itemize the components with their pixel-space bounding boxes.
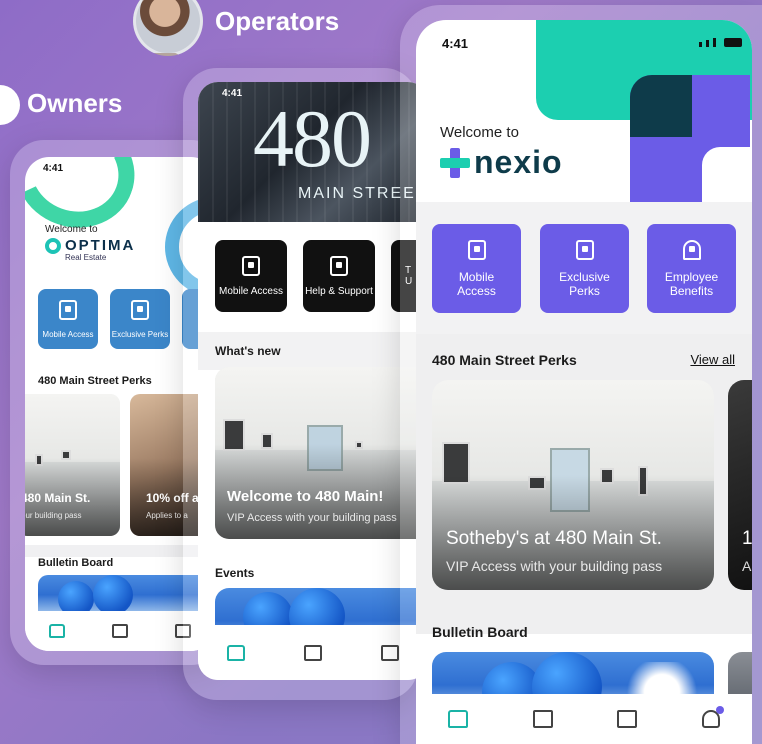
nexio-logo: nexio [440, 144, 563, 181]
card-subtitle: VIP Access with your building pass [446, 558, 663, 574]
section-title: 480 Main Street Perks [38, 375, 152, 387]
optima-logo-icon [45, 237, 61, 254]
service-bell-icon [682, 239, 701, 260]
right-phone-screen: 4:41 Welcome to nexio Mobile Access Excl… [416, 20, 752, 744]
status-icons [699, 38, 742, 47]
card-subtitle: Applies to a [146, 511, 188, 520]
bulletin-title: Bulletin Board [38, 557, 114, 569]
signal-icon [699, 42, 702, 47]
calendar-icon[interactable] [111, 624, 128, 638]
status-time: 4:41 [442, 36, 469, 51]
calendar-icon[interactable] [303, 644, 322, 661]
card-title: Sotheby's at 480 Main St. [446, 528, 662, 549]
tile-help-support[interactable]: Help & Support [303, 240, 375, 312]
tile-exclusive-perks[interactable]: Exclusive Perks [540, 224, 629, 313]
brand-block-navy [630, 75, 692, 137]
gallery-wall [25, 394, 120, 463]
events-title: Events [215, 566, 255, 580]
calendar-icon[interactable] [532, 710, 553, 728]
balloon [58, 581, 94, 611]
optima-logo: OPTIMA [45, 237, 135, 254]
tile-label: Exclusive Perks [559, 269, 610, 298]
perk-card-partial[interactable]: 1 A [728, 380, 752, 590]
signal-icon [706, 40, 709, 47]
brand-block-white [702, 147, 752, 207]
owners-label: Owners [27, 88, 122, 119]
operators-label: Operators [133, 0, 339, 56]
status-time: 4:41 [222, 88, 243, 99]
signal-icon [713, 38, 716, 47]
tile-label: Employee Benefits [664, 269, 719, 298]
card-title: 1 [742, 528, 752, 549]
section-title: What's new [215, 344, 281, 358]
card-title: Welcome to 480 Main! [227, 488, 384, 505]
home-icon[interactable] [48, 624, 65, 638]
badge-icon [242, 255, 260, 276]
tile-employee-benefits[interactable]: Employee Benefits [647, 224, 736, 313]
support-agent-icon [330, 255, 348, 276]
tile-label: Mobile Access [219, 285, 283, 297]
building-icon [131, 299, 149, 320]
bottom-nav [198, 625, 428, 680]
bottom-nav [416, 694, 752, 744]
tile-label: Help & Support [305, 285, 373, 297]
battery-icon [724, 38, 742, 47]
brand-sub: Real Estate [65, 253, 107, 262]
operator-avatar [133, 0, 203, 56]
hero-street: MAIN STREE [298, 185, 416, 202]
middle-phone-screen: 4:41 480 MAIN STREE Mobile Access Help &… [198, 82, 428, 680]
card-subtitle: our building pass [25, 511, 82, 520]
card-subtitle: VIP Access with your building pass [227, 512, 397, 524]
building-icon[interactable] [617, 710, 638, 728]
tile-label: Mobile Access [42, 329, 94, 339]
home-icon[interactable] [448, 710, 469, 728]
tile-label: Exclusive Perks [111, 329, 169, 339]
brand-name: nexio [474, 144, 563, 180]
balloon [93, 575, 133, 611]
news-card[interactable]: Welcome to 480 Main! VIP Access with you… [215, 367, 428, 539]
tile-label: Mobile Access [457, 269, 496, 298]
tile-mobile-access[interactable]: Mobile Access [38, 289, 98, 349]
building-icon [575, 239, 594, 260]
nexio-plus-icon [440, 147, 470, 178]
tile-mobile-access[interactable]: Mobile Access [215, 240, 287, 312]
hero-number: 480 [253, 93, 372, 184]
section-title: 480 Main Street Perks [432, 352, 577, 368]
notification-bell-icon[interactable] [701, 706, 724, 728]
view-all-link[interactable]: View all [690, 352, 735, 367]
brand-name: OPTIMA [65, 237, 136, 254]
building-icon[interactable] [380, 644, 399, 661]
badge-icon [467, 239, 486, 260]
perk-card[interactable]: Sotheby's at 480 Main St. VIP Access wit… [432, 380, 714, 590]
owners-text: Owners [27, 88, 123, 118]
card-subtitle: A [742, 558, 752, 574]
home-icon[interactable] [227, 644, 246, 661]
badge-icon [59, 299, 77, 320]
tile-exclusive-perks[interactable]: Exclusive Perks [110, 289, 170, 349]
notification-dot [715, 706, 724, 714]
bulletin-title: Bulletin Board [432, 624, 528, 640]
owner-avatar [0, 85, 20, 125]
welcome-text: Welcome to [440, 124, 519, 141]
tile-mobile-access[interactable]: Mobile Access [432, 224, 521, 313]
card-title: 480 Main St. [25, 491, 91, 505]
welcome-text: Welcome to [45, 224, 98, 235]
operators-text: Operators [215, 5, 340, 36]
perk-card-1[interactable]: 480 Main St. our building pass [25, 394, 120, 536]
